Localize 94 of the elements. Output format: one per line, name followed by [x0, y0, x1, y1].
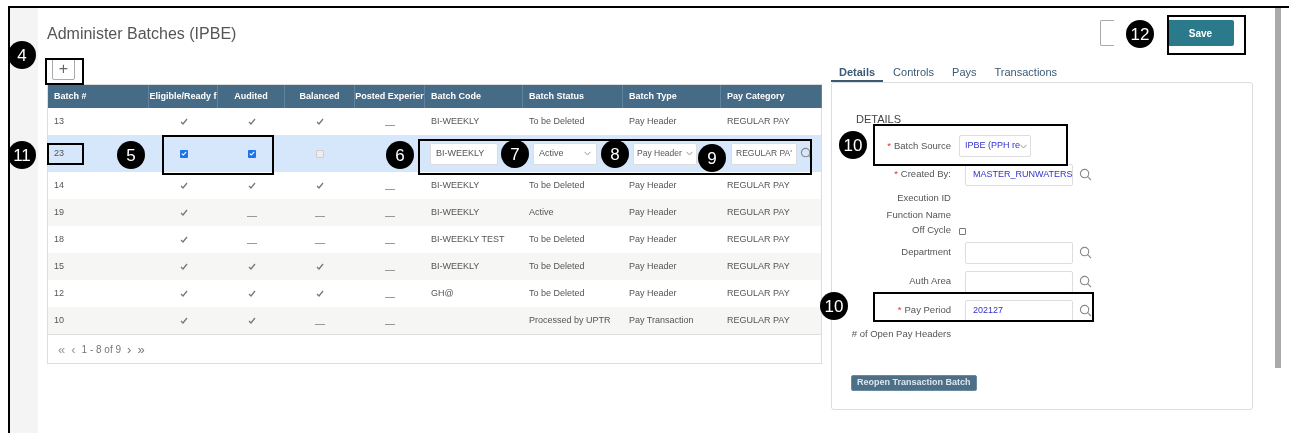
column-header[interactable]: Batch #: [54, 89, 87, 104]
table-cell-text: Pay Header: [629, 205, 677, 219]
field-label: # of Open Pay Headers: [851, 327, 951, 342]
column-header[interactable]: Batch Type: [629, 89, 677, 104]
section-heading: DETAILS: [856, 113, 902, 126]
required-marker: *: [894, 167, 898, 182]
field-label: Function Name: [886, 208, 951, 223]
add-button[interactable]: +: [52, 58, 75, 80]
column-header[interactable]: Posted Experier: [355, 89, 424, 104]
table-cell-text: Pay Transaction: [629, 313, 694, 327]
callout-number: 12: [1126, 20, 1154, 48]
batch-code-field[interactable]: BI-WEEKLY: [430, 142, 498, 165]
callout-number: 10: [820, 292, 848, 320]
field-label: Batch Source: [893, 138, 951, 153]
checkbox[interactable]: [316, 149, 324, 158]
table-cell-text: BI-WEEKLY: [431, 259, 480, 273]
input-field[interactable]: [965, 241, 1073, 264]
table-cell-text: BI-WEEKLY: [431, 205, 480, 219]
page-title: Administer Batches (IPBE): [47, 24, 237, 44]
field-label: Created By:: [900, 167, 951, 182]
secondary-button[interactable]: [1100, 20, 1114, 46]
batch-status-dropdown[interactable]: Active: [533, 142, 597, 165]
batch-type-dropdown[interactable]: Pay Header: [633, 142, 697, 165]
table-cell-text: REGULAR PAY: [727, 178, 790, 192]
pay-category-field[interactable]: REGULAR PA': [731, 142, 797, 165]
table-row[interactable]: 19 BI-WEEKLY Active Pay Header REGULAR PAY: [48, 199, 821, 226]
table-cell-text: Pay Header: [629, 232, 677, 246]
column-header[interactable]: Batch Status: [529, 89, 584, 104]
search-icon[interactable]: [800, 147, 813, 160]
input-field[interactable]: MASTER_RUNWATERS: [965, 163, 1073, 186]
table-cell-text: REGULAR PAY: [727, 286, 790, 300]
table-cell-text: 14: [54, 178, 64, 192]
column-header[interactable]: Eligible/Ready f: [149, 89, 217, 104]
table-cell-text: 15: [54, 259, 64, 273]
table-cell-text: REGULAR PAY: [727, 232, 790, 246]
table-cell-text: 13: [54, 114, 64, 128]
table-cell-text: 19: [54, 205, 64, 219]
table-row[interactable]: 10 Processed by UPTR Pay Transaction REGULAR PAY: [48, 307, 821, 334]
batch-source-dropdown[interactable]: IPBE (PPH re: [959, 135, 1031, 157]
table-cell-text: Pay Header: [629, 286, 677, 300]
field-label: Execution ID: [897, 191, 951, 206]
tab[interactable]: Details: [831, 64, 884, 82]
field-label: Auth Area: [909, 274, 951, 289]
input-field[interactable]: [965, 270, 1073, 293]
column-header[interactable]: Batch Code: [431, 89, 481, 104]
tab[interactable]: Transactions: [986, 64, 1066, 82]
table-cell-text: To be Deleted: [529, 286, 585, 300]
required-marker: *: [897, 303, 902, 318]
table-cell-text: GH@: [431, 286, 454, 300]
table-cell-text: To be Deleted: [529, 178, 585, 192]
page-range: 1 - 8 of 9: [81, 342, 122, 357]
table-row[interactable]: 15 BI-WEEKLY To be Deleted Pay Header REGULAR PAY: [48, 253, 821, 280]
field-label: Department: [901, 245, 951, 260]
table-cell-text: REGULAR PAY: [727, 114, 790, 128]
save-button[interactable]: Save: [1167, 20, 1234, 46]
table-cell-text: To be Deleted: [529, 232, 585, 246]
column-header[interactable]: Balanced: [299, 89, 340, 104]
field-label: Off Cycle: [912, 223, 951, 238]
table-cell-text: Processed by UPTR: [529, 313, 611, 327]
caret-icon: [584, 151, 591, 156]
table-cell-text: REGULAR PAY: [727, 205, 790, 219]
callout-frame: [45, 58, 84, 85]
table-cell-text: Active: [529, 205, 554, 219]
table-cell-text: 23: [54, 146, 64, 160]
callout-frame: [47, 143, 84, 165]
table-cell-text: 12: [54, 286, 64, 300]
column-header[interactable]: Pay Category: [727, 89, 785, 104]
table-cell-text: To be Deleted: [529, 114, 585, 128]
table-cell-text: REGULAR PAY: [727, 313, 790, 327]
caret-icon: [686, 151, 693, 156]
column-header[interactable]: Audited: [234, 89, 268, 104]
checkbox[interactable]: [179, 149, 188, 158]
field-label: Pay Period: [904, 303, 951, 318]
table-cell-text: BI-WEEKLY TEST: [431, 232, 505, 246]
input-field[interactable]: 202127: [965, 299, 1073, 322]
tab[interactable]: Controls: [885, 64, 943, 82]
table-cell-text: 18: [54, 232, 64, 246]
table-cell-text: 10: [54, 313, 64, 327]
callout-number: 10: [839, 131, 867, 159]
table-cell-text: Pay Header: [629, 114, 677, 128]
caret-icon: [1020, 143, 1027, 149]
reopen-button[interactable]: Reopen Transaction Batch: [851, 375, 977, 391]
table-cell-text: BI-WEEKLY: [431, 178, 480, 192]
last-page-button[interactable]: »: [137, 342, 145, 356]
table-cell-text: BI-WEEKLY: [431, 114, 480, 128]
table-cell-text: REGULAR PAY: [727, 259, 790, 273]
next-page-button[interactable]: ›: [127, 342, 132, 356]
table-cell-text: To be Deleted: [529, 259, 585, 273]
tab[interactable]: Pays: [944, 64, 985, 82]
required-marker: *: [887, 138, 891, 153]
checkbox[interactable]: [247, 149, 256, 158]
checkbox[interactable]: [959, 228, 966, 235]
table-cell-text: Pay Header: [629, 178, 677, 192]
table-cell-text: Pay Header: [629, 259, 677, 273]
